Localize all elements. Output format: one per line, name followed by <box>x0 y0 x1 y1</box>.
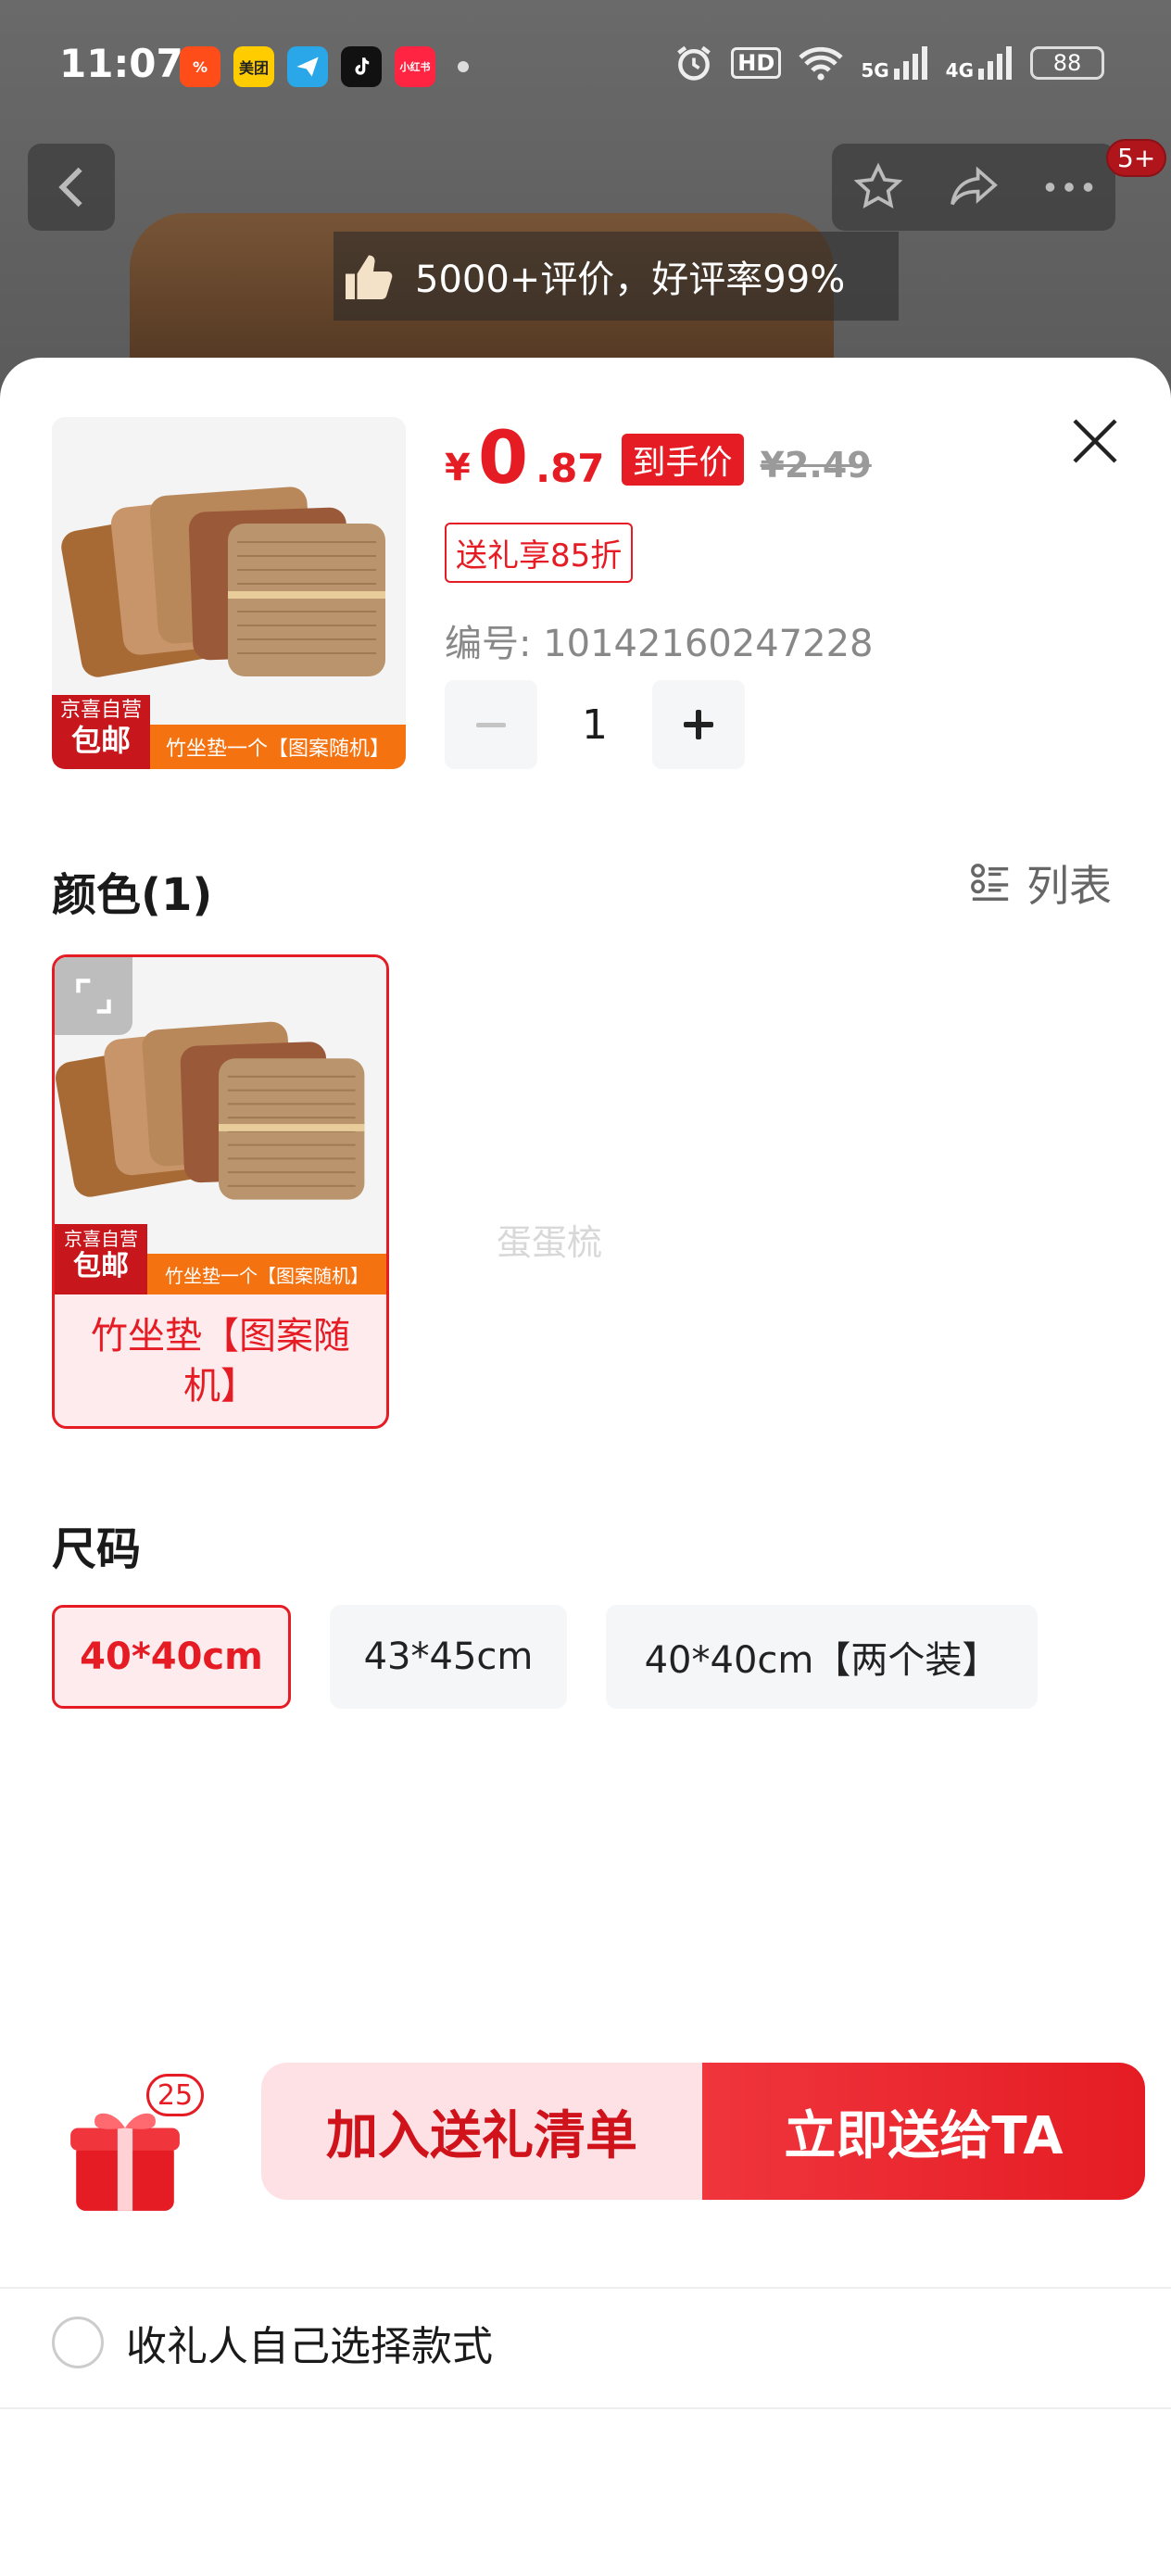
free-shipping-tag: 京喜自营 包邮 <box>55 1224 147 1294</box>
sku-selector-sheet: 京喜自营 包邮 竹坐垫一个【图案随机】 ¥ 0 .87 到手价 ¥2.49 送礼… <box>0 358 1171 2576</box>
self-select-label: 收礼人自己选择款式 <box>126 2323 493 2370</box>
review-summary: 5000+评价，好评率99% <box>334 232 899 321</box>
tag-big-text: 包邮 <box>73 1250 129 1282</box>
size-option-40x40-two-pack[interactable]: 40*40cm【两个装】 <box>606 1605 1038 1709</box>
battery-level: 88 <box>1052 50 1082 76</box>
product-strip-label: 竹坐垫一个【图案随机】 <box>150 725 406 769</box>
tag-small-text: 京喜自营 <box>64 1228 138 1250</box>
price-integer: 0 <box>477 417 529 500</box>
more-notifications-dot <box>458 61 469 72</box>
color-option-label: 竹坐垫【图案随机】 <box>91 1315 350 1408</box>
chevron-left-icon <box>58 167 82 208</box>
color-option-image: 京喜自营 包邮 竹坐垫一个【图案随机】 <box>55 957 386 1294</box>
meituan-waimai-icon: % <box>180 46 220 87</box>
quantity-stepper: 1 <box>445 680 745 769</box>
final-price-tag: 到手价 <box>621 434 744 486</box>
plus-icon <box>684 710 713 739</box>
size-option-43x45[interactable]: 43*45cm <box>330 1605 567 1709</box>
product-thumbnail[interactable]: 京喜自营 包邮 竹坐垫一个【图案随机】 <box>52 417 406 769</box>
expand-icon[interactable] <box>55 957 132 1035</box>
self-select-radio[interactable] <box>52 2317 104 2368</box>
top-action-bar <box>832 144 1115 231</box>
network-4g-label: 4G <box>945 59 974 82</box>
alarm-icon <box>677 45 711 81</box>
decrease-button[interactable] <box>445 680 537 769</box>
back-button[interactable] <box>28 144 115 231</box>
size-option-40x40[interactable]: 40*40cm <box>52 1605 291 1709</box>
list-icon <box>971 864 1009 901</box>
color-section-title: 颜色(1) <box>52 869 213 921</box>
self-select-option[interactable]: 收礼人自己选择款式 <box>52 2313 493 2372</box>
list-toggle-label: 列表 <box>1026 861 1112 911</box>
list-view-toggle[interactable]: 列表 <box>969 852 1112 914</box>
review-text: 5000+评价，好评率99% <box>415 259 846 301</box>
status-time: 11:07 <box>59 41 183 86</box>
tiktok-icon <box>341 46 382 87</box>
battery-icon: 88 <box>1030 46 1104 80</box>
watermark: 蛋蛋梳 <box>497 1222 603 1263</box>
gift-list-count-badge: 25 <box>146 2074 204 2116</box>
price-symbol: ¥ <box>445 447 471 489</box>
promo-badge: 送礼享85折 <box>445 523 634 583</box>
status-indicators: HD 5G 4G 88 <box>674 43 1104 83</box>
product-strip-label: 竹坐垫一个【图案随机】 <box>147 1254 386 1294</box>
minus-icon <box>476 723 506 727</box>
send-gift-now-button[interactable]: 立即送给TA <box>702 2063 1145 2200</box>
meituan-icon: 美团 <box>233 46 274 87</box>
free-shipping-tag: 京喜自营 包邮 <box>52 695 150 769</box>
size-section-title: 尺码 <box>52 1523 142 1575</box>
xiaohongshu-icon: 小红书 <box>395 46 435 87</box>
wifi-icon <box>799 46 843 81</box>
tag-big-text: 包邮 <box>70 723 131 759</box>
quantity-value[interactable]: 1 <box>537 701 652 749</box>
divider <box>0 2407 1171 2409</box>
more-icon[interactable] <box>1043 178 1095 196</box>
network-5g-icon: 5G <box>861 44 928 82</box>
add-to-gift-list-button[interactable]: 加入送礼清单 <box>261 2063 702 2200</box>
original-price: ¥2.49 <box>760 445 872 486</box>
tag-small-text: 京喜自营 <box>59 699 142 722</box>
price-decimal: .87 <box>535 446 605 491</box>
thumbs-up-icon <box>346 255 393 299</box>
notification-badge: 5+ <box>1106 139 1167 177</box>
paper-plane-icon <box>287 46 328 87</box>
close-icon[interactable] <box>1067 413 1123 469</box>
hd-icon: HD <box>731 47 782 79</box>
network-5g-label: 5G <box>861 59 889 82</box>
notification-app-icons: % 美团 小红书 <box>180 46 469 87</box>
increase-button[interactable] <box>652 680 745 769</box>
color-option[interactable]: 京喜自营 包邮 竹坐垫一个【图案随机】 竹坐垫【图案随机】 <box>52 954 389 1429</box>
price-row: ¥ 0 .87 到手价 ¥2.49 <box>445 423 872 495</box>
network-4g-icon: 4G <box>946 44 1014 82</box>
sku-number: 编号: 10142160247228 <box>445 623 874 665</box>
status-bar: 11:07 % 美团 小红书 HD 5G 4G 88 <box>0 0 1171 134</box>
star-icon[interactable] <box>852 161 904 213</box>
share-icon[interactable] <box>946 161 1001 213</box>
divider <box>0 2287 1171 2289</box>
